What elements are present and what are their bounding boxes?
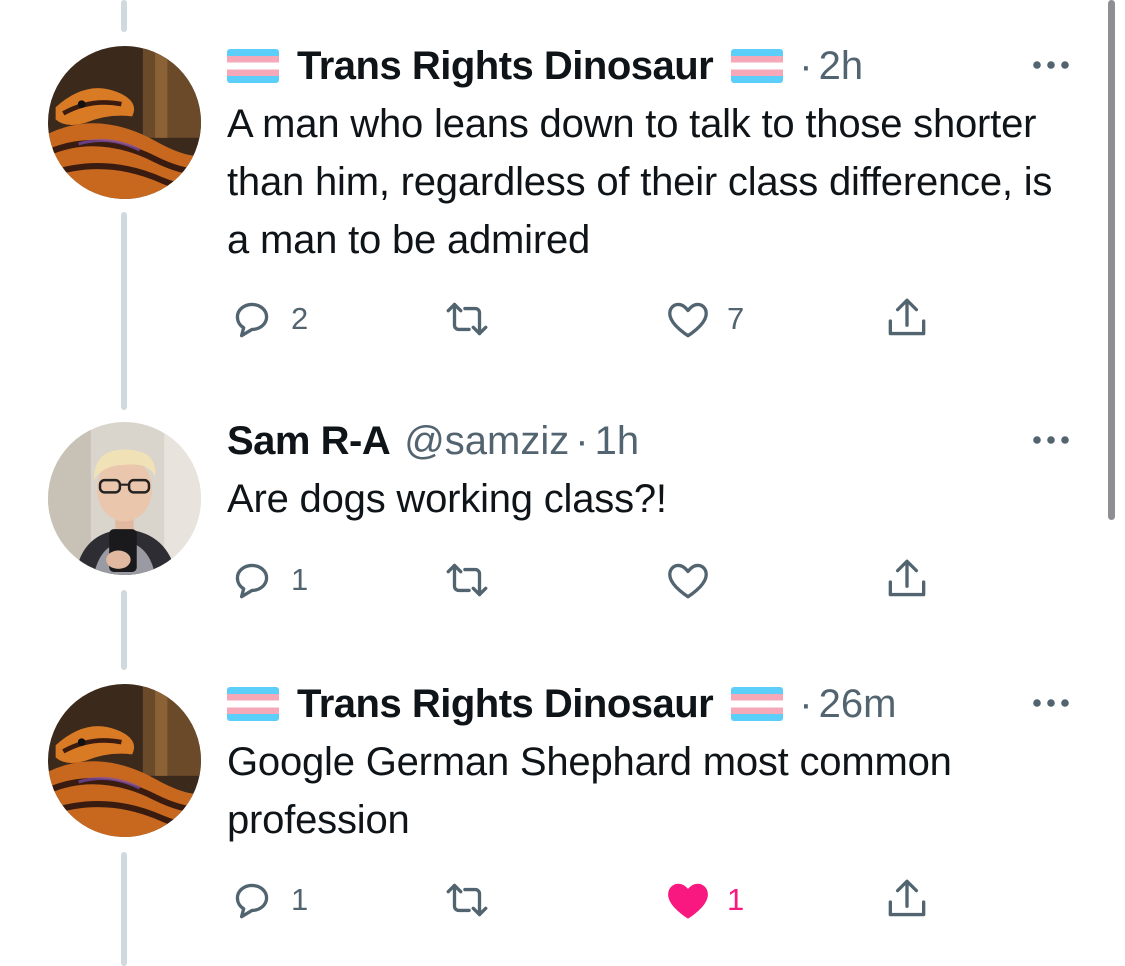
display-name[interactable]: Trans Rights Dinosaur xyxy=(297,40,714,92)
scrollbar[interactable] xyxy=(1108,0,1115,520)
share-button[interactable] xyxy=(882,555,932,605)
tweet-header: Sam R-A @samziz · 1h xyxy=(227,415,1077,467)
share-icon xyxy=(888,298,926,336)
share-button[interactable] xyxy=(882,294,932,344)
share-icon xyxy=(888,559,926,597)
tweet-header: Trans Rights Dinosaur · 2h xyxy=(227,40,1077,92)
tweet-header: Trans Rights Dinosaur · 26m xyxy=(227,678,1077,730)
reply-icon xyxy=(235,883,269,919)
snake-avatar-image xyxy=(48,46,201,199)
user-handle[interactable]: @samziz xyxy=(404,415,569,467)
tweet-actions: 2 7 xyxy=(227,294,947,344)
like-icon xyxy=(668,302,708,338)
timestamp[interactable]: 1h xyxy=(595,415,640,467)
retweet-button[interactable] xyxy=(442,875,506,925)
thread-line xyxy=(121,852,127,966)
trans-flag-emoji xyxy=(227,49,279,83)
tweet[interactable]: Trans Rights Dinosaur · 26m Google Germa… xyxy=(227,678,1077,849)
display-name[interactable]: Trans Rights Dinosaur xyxy=(297,678,714,730)
tweet-text: A man who leans down to talk to those sh… xyxy=(227,102,1053,262)
avatar[interactable] xyxy=(48,684,201,837)
like-button[interactable]: 7 xyxy=(663,294,744,344)
trans-flag-emoji xyxy=(227,687,279,721)
person-avatar-image xyxy=(48,422,201,575)
tweet-text: Are dogs working class?! xyxy=(227,477,667,521)
like-count: 1 xyxy=(727,882,745,917)
display-name[interactable]: Sam R-A xyxy=(227,415,391,467)
thread-line xyxy=(121,0,127,32)
separator: · xyxy=(799,44,813,88)
share-button[interactable] xyxy=(882,875,932,925)
more-icon[interactable] xyxy=(1029,52,1073,78)
separator: · xyxy=(799,682,813,726)
reply-button[interactable]: 1 xyxy=(227,555,308,605)
tweet[interactable]: Trans Rights Dinosaur · 2h A man who lea… xyxy=(227,40,1077,269)
tweet[interactable]: Sam R-A @samziz · 1h Are dogs working cl… xyxy=(227,415,1077,528)
like-icon xyxy=(668,883,708,919)
like-button[interactable]: 1 xyxy=(663,875,744,925)
reply-icon xyxy=(235,563,269,599)
timestamp[interactable]: 26m xyxy=(819,678,897,730)
retweet-button[interactable] xyxy=(442,294,506,344)
share-icon xyxy=(888,879,926,917)
reply-count: 1 xyxy=(291,562,309,597)
snake-avatar-image xyxy=(48,684,201,837)
like-icon xyxy=(668,563,708,599)
retweet-icon xyxy=(446,883,488,917)
avatar[interactable] xyxy=(48,46,201,199)
trans-flag-emoji xyxy=(731,49,784,83)
timestamp[interactable]: 2h xyxy=(819,40,864,92)
more-icon[interactable] xyxy=(1029,690,1073,716)
tweet-actions: 1 xyxy=(227,555,947,605)
reply-count: 1 xyxy=(291,882,309,917)
tweet-actions: 1 1 xyxy=(227,875,947,925)
retweet-button[interactable] xyxy=(442,555,506,605)
reply-count: 2 xyxy=(291,301,309,336)
retweet-icon xyxy=(446,302,488,336)
reply-button[interactable]: 2 xyxy=(227,294,308,344)
thread-line xyxy=(121,590,127,670)
trans-flag-emoji xyxy=(731,687,784,721)
avatar[interactable] xyxy=(48,422,201,575)
retweet-icon xyxy=(446,563,488,597)
like-button[interactable] xyxy=(663,555,727,605)
reply-button[interactable]: 1 xyxy=(227,875,308,925)
thread-line xyxy=(121,212,127,410)
reply-icon xyxy=(235,302,269,338)
like-count: 7 xyxy=(727,301,745,336)
tweet-text: Google German Shephard most common profe… xyxy=(227,740,952,842)
more-icon[interactable] xyxy=(1029,427,1073,453)
separator: · xyxy=(575,419,589,463)
